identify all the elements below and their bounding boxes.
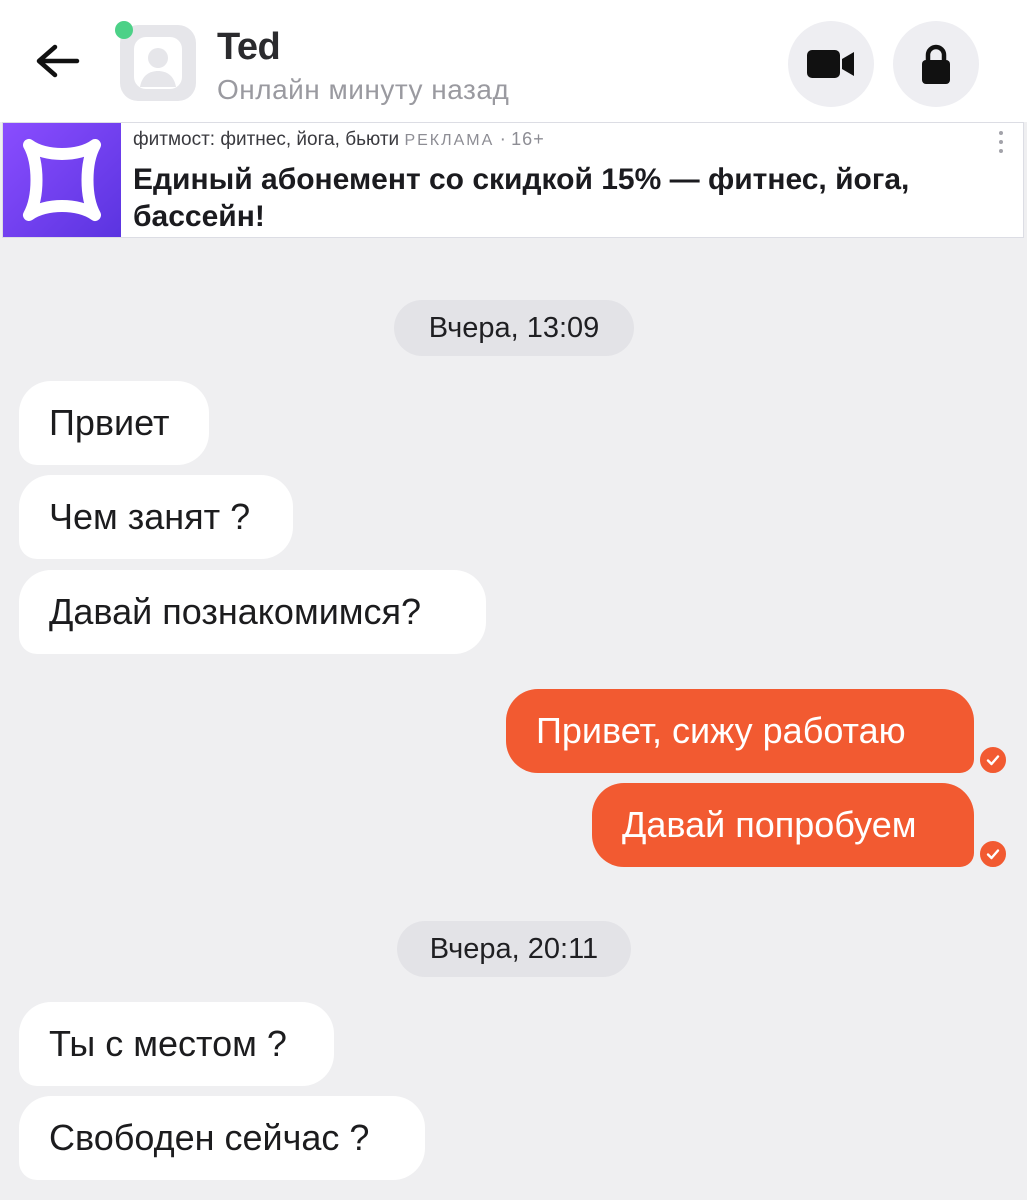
date-separator: Вчера, 20:11 [397, 921, 631, 977]
ad-label: РЕКЛАМА [404, 132, 495, 149]
ad-title[interactable]: Единый абонемент со скидкой 15% — фитнес… [133, 161, 993, 235]
message-bubble-incoming[interactable]: Чем занят ? [19, 475, 293, 559]
ad-meta: фитмост: фитнес, йога, бьюти РЕКЛАМА · 1… [133, 129, 545, 151]
ad-logo [3, 123, 121, 237]
contact-status: Онлайн минуту назад [217, 74, 510, 105]
message-bubble-incoming[interactable]: Давай познакомимся? [19, 570, 486, 654]
ad-separator: · [499, 129, 506, 150]
lock-button[interactable] [893, 21, 979, 107]
chat-header: Ted Онлайн минуту назад [0, 0, 1027, 122]
fitmost-logo-icon [23, 139, 101, 221]
video-camera-icon [807, 50, 854, 78]
message-bubble-incoming[interactable]: Свободен сейчас ? [19, 1096, 425, 1180]
message-bubble-incoming[interactable]: Првиет [19, 381, 209, 465]
arrow-left-icon [36, 44, 80, 78]
more-options-icon[interactable] [993, 129, 1009, 155]
message-bubble-incoming[interactable]: Ты с местом ? [19, 1002, 334, 1086]
ad-banner[interactable]: фитмост: фитнес, йога, бьюти РЕКЛАМА · 1… [2, 122, 1024, 238]
video-call-button[interactable] [788, 21, 874, 107]
message-bubble-outgoing[interactable]: Привет, сижу работаю [506, 689, 974, 773]
message-bubble-outgoing[interactable]: Давай попробуем [592, 783, 974, 867]
date-separator: Вчера, 13:09 [394, 300, 634, 356]
avatar[interactable] [120, 25, 196, 101]
read-check-icon [977, 744, 1009, 776]
read-check-icon [977, 838, 1009, 870]
user-placeholder-icon [134, 37, 182, 89]
ad-age-rating: 16+ [511, 129, 545, 149]
back-button[interactable] [28, 36, 86, 86]
online-indicator [115, 21, 133, 39]
lock-icon [922, 44, 950, 84]
contact-name[interactable]: Ted [217, 26, 281, 69]
ad-advertiser: фитмост: фитнес, йога, бьюти [133, 129, 400, 150]
